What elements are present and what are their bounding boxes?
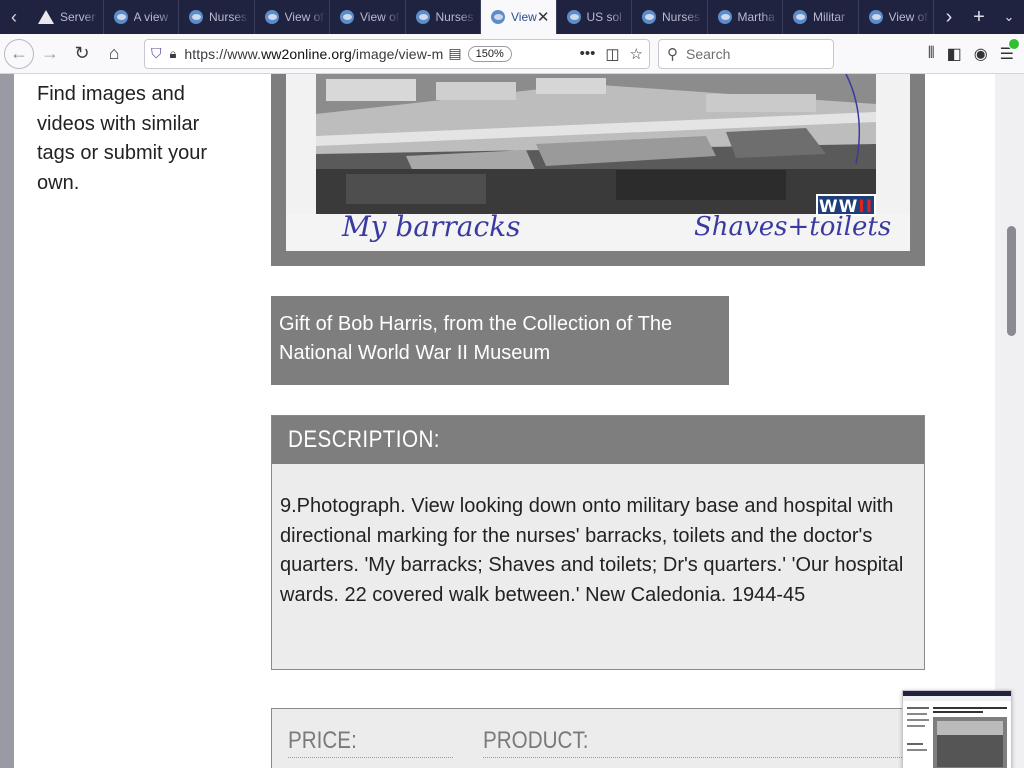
site-favicon-icon xyxy=(793,10,807,24)
handwritten-caption-left: My barracks xyxy=(342,210,521,243)
description-panel: DESCRIPTION: 9.Photograph. View looking … xyxy=(271,415,925,670)
page-scrollbar[interactable] xyxy=(995,74,1024,768)
page-viewport: Find images and videos with similar tags… xyxy=(0,74,1024,768)
similar-tags-prompt: Find images and videos with similar tags… xyxy=(37,83,208,194)
tabs-scroll-right-button[interactable]: › xyxy=(934,6,964,29)
close-tab-icon[interactable]: ✕ xyxy=(537,8,550,26)
page-content: Find images and videos with similar tags… xyxy=(14,74,995,768)
tab-strip: ‹ Server A view Nurses View of View of N… xyxy=(0,0,1024,34)
photo-frame: WWII My barracks Shaves+toilets xyxy=(271,74,925,266)
site-favicon-icon xyxy=(642,10,656,24)
account-icon[interactable]: ◉ xyxy=(974,44,988,64)
site-favicon-icon xyxy=(189,10,203,24)
new-tab-button[interactable]: + xyxy=(964,6,994,29)
forward-button[interactable]: → xyxy=(34,38,66,70)
tab-view-of-1[interactable]: View of xyxy=(255,0,330,34)
tab-view-of-3[interactable]: View of xyxy=(859,0,934,34)
page-actions-icon[interactable]: ••• xyxy=(580,45,596,63)
site-favicon-icon xyxy=(264,10,279,24)
site-favicon-icon xyxy=(717,10,732,24)
site-favicon-icon xyxy=(340,10,354,24)
tab-nurses-1[interactable]: Nurses xyxy=(179,0,255,34)
pocket-icon[interactable]: ◫ xyxy=(605,45,619,63)
tab-us-soldiers[interactable]: US sol xyxy=(557,0,632,34)
page-thumbnail-preview[interactable] xyxy=(902,690,1012,768)
zoom-level-indicator[interactable]: 150% xyxy=(467,45,512,62)
url-text[interactable]: https://www.ww2online.org/image/view-m xyxy=(184,46,444,62)
lock-icon[interactable]: 🔒︎ xyxy=(170,46,177,62)
site-favicon-icon xyxy=(566,10,581,24)
url-bar[interactable]: ⛉ 🔒︎ https://www.ww2online.org/image/vie… xyxy=(144,38,650,69)
search-input[interactable]: ⚲ Search xyxy=(658,38,834,69)
bookmark-star-icon[interactable]: ☆ xyxy=(630,45,643,63)
site-favicon-icon xyxy=(491,10,505,24)
price-product-panel: PRICE: PRODUCT: xyxy=(271,708,925,768)
tracking-protection-shield-icon[interactable]: ⛉ xyxy=(151,45,162,62)
app-menu-icon[interactable]: ☰ xyxy=(1000,37,1021,64)
home-button[interactable]: ⌂ xyxy=(98,38,130,70)
sidebar-toggle-icon[interactable]: ◧ xyxy=(947,44,962,64)
product-label: PRODUCT: xyxy=(483,727,908,758)
tabs-scroll-left-button[interactable]: ‹ xyxy=(0,0,28,34)
scrollbar-thumb[interactable] xyxy=(1007,226,1016,336)
tab-server[interactable]: Server xyxy=(28,0,104,34)
price-label: PRICE: xyxy=(288,727,453,758)
warning-icon xyxy=(38,10,54,24)
site-favicon-icon xyxy=(113,10,128,24)
description-text: 9.Photograph. View looking down onto mil… xyxy=(280,495,904,606)
reader-view-icon[interactable]: ▤ xyxy=(448,45,461,62)
search-icon: ⚲ xyxy=(667,45,678,63)
tab-nurses-2[interactable]: Nurses xyxy=(406,0,481,34)
tab-list: Server A view Nurses View of View of Nur… xyxy=(28,0,934,34)
reload-button[interactable]: ↻ xyxy=(66,38,98,70)
photo-credit: Gift of Bob Harris, from the Collection … xyxy=(271,296,729,385)
navigation-toolbar: ← → ↻ ⌂ ⛉ 🔒︎ https://www.ww2online.org/i… xyxy=(0,34,1024,74)
tab-martha[interactable]: Martha xyxy=(708,0,783,34)
tab-nurses-3[interactable]: Nurses xyxy=(632,0,708,34)
description-heading: DESCRIPTION: xyxy=(272,416,924,464)
tab-active-view[interactable]: View ✕ xyxy=(481,0,557,34)
archive-photo[interactable]: WWII My barracks Shaves+toilets xyxy=(286,74,910,251)
thumbnail-preview-art xyxy=(903,691,1011,768)
library-icon[interactable]: ⫴ xyxy=(928,45,935,63)
site-favicon-icon xyxy=(868,10,883,24)
back-button[interactable]: ← xyxy=(4,38,34,69)
tab-a-view[interactable]: A view xyxy=(104,0,179,34)
tab-military[interactable]: Militar xyxy=(783,0,859,34)
handwritten-caption-right: Shaves+toilets xyxy=(694,212,892,242)
tab-view-of-2[interactable]: View of xyxy=(330,0,406,34)
tab-list-dropdown-icon[interactable]: ⌄ xyxy=(994,9,1024,25)
site-favicon-icon xyxy=(415,10,430,24)
